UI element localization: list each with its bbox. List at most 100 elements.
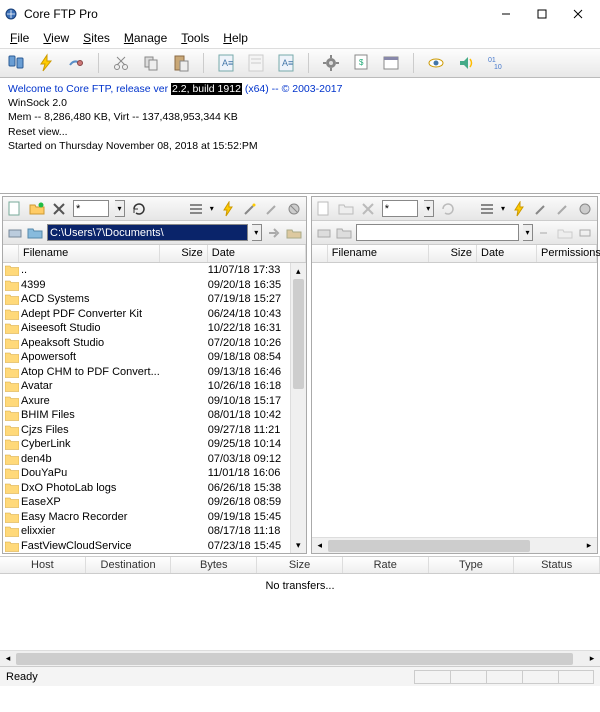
list-item[interactable]: Adept PDF Converter Kit06/24/18 10:43 bbox=[3, 307, 306, 322]
col-type[interactable]: Type bbox=[429, 557, 515, 573]
filter-input[interactable] bbox=[382, 200, 418, 217]
list-item[interactable]: 439909/20/18 16:35 bbox=[3, 278, 306, 293]
refresh-icon[interactable] bbox=[440, 201, 456, 217]
list-item[interactable]: Axure09/10/18 15:17 bbox=[3, 394, 306, 409]
list-view-icon[interactable] bbox=[188, 201, 204, 217]
list-item[interactable]: DxO PhotoLab logs06/26/18 15:38 bbox=[3, 481, 306, 496]
col-filename[interactable]: Filename bbox=[19, 245, 160, 262]
stop-icon[interactable] bbox=[577, 201, 593, 217]
schedule-icon[interactable] bbox=[381, 53, 401, 73]
disconnect-icon[interactable] bbox=[66, 53, 86, 73]
doc-a-icon[interactable]: A≡ bbox=[216, 53, 236, 73]
up-folder-icon[interactable] bbox=[336, 225, 352, 241]
folder-go-icon[interactable] bbox=[286, 225, 302, 241]
col-status[interactable]: Status bbox=[514, 557, 600, 573]
refresh-icon[interactable] bbox=[131, 201, 147, 217]
list-item[interactable]: ACD Systems07/19/18 15:27 bbox=[3, 292, 306, 307]
lightning-small-icon[interactable] bbox=[511, 201, 527, 217]
col-tsize[interactable]: Size bbox=[257, 557, 343, 573]
col-bytes[interactable]: Bytes bbox=[171, 557, 257, 573]
col-date[interactable]: Date bbox=[477, 245, 537, 262]
bottom-scrollbar[interactable]: ◂▸ bbox=[0, 650, 600, 666]
stop-icon[interactable] bbox=[286, 201, 302, 217]
filter-input[interactable] bbox=[73, 200, 109, 217]
minimize-button[interactable] bbox=[488, 2, 524, 26]
delete-icon[interactable] bbox=[360, 201, 376, 217]
menu-sites[interactable]: Sites bbox=[77, 29, 116, 47]
wand2-icon[interactable] bbox=[264, 201, 280, 217]
lightning-small-icon[interactable] bbox=[220, 201, 236, 217]
list-item[interactable]: FastViewCloudService07/23/18 15:45 bbox=[3, 539, 306, 554]
sound-icon[interactable] bbox=[456, 53, 476, 73]
menu-view[interactable]: View bbox=[37, 29, 75, 47]
list-item[interactable]: Cjzs Files09/27/18 11:21 bbox=[3, 423, 306, 438]
list-item[interactable]: DouYaPu11/01/18 16:06 bbox=[3, 466, 306, 481]
list-item[interactable]: Apeaksoft Studio07/20/18 10:26 bbox=[3, 336, 306, 351]
wand-icon[interactable] bbox=[533, 201, 549, 217]
svg-text:10: 10 bbox=[494, 64, 502, 71]
menu-file[interactable]: File bbox=[4, 29, 35, 47]
wand2-icon[interactable] bbox=[555, 201, 571, 217]
list-item[interactable]: Aiseesoft Studio10/22/18 16:31 bbox=[3, 321, 306, 336]
list-view-icon[interactable] bbox=[479, 201, 495, 217]
remote-path-input[interactable] bbox=[356, 224, 519, 241]
cert-icon[interactable]: $ bbox=[351, 53, 371, 73]
list-item[interactable]: Avatar10/26/18 16:18 bbox=[3, 379, 306, 394]
list-item[interactable]: Atop CHM to PDF Convert...09/13/18 16:46 bbox=[3, 365, 306, 380]
list-item[interactable]: EaseXP09/26/18 08:59 bbox=[3, 495, 306, 510]
doc-icon[interactable] bbox=[316, 201, 332, 217]
list-item[interactable]: elixxier08/17/18 11:18 bbox=[3, 524, 306, 539]
col-filename[interactable]: Filename bbox=[328, 245, 429, 262]
drive-icon[interactable] bbox=[316, 225, 332, 241]
path-input[interactable] bbox=[47, 224, 248, 241]
item-name: Easy Macro Recorder bbox=[21, 511, 160, 523]
wand-icon[interactable] bbox=[242, 201, 258, 217]
menu-manage[interactable]: Manage bbox=[118, 29, 173, 47]
path-dropdown[interactable]: ▾ bbox=[252, 224, 262, 241]
list-item[interactable]: ..11/07/18 17:33 bbox=[3, 263, 306, 278]
up-folder-icon[interactable] bbox=[27, 225, 43, 241]
mode-icon[interactable] bbox=[577, 225, 593, 241]
go-icon[interactable] bbox=[537, 225, 553, 241]
folder-icon bbox=[5, 279, 19, 291]
folder-go-icon[interactable] bbox=[557, 225, 573, 241]
log-line5: Started on Thursday November 08, 2018 at… bbox=[8, 139, 592, 153]
paste-icon[interactable] bbox=[171, 53, 191, 73]
close-button[interactable] bbox=[560, 2, 596, 26]
new-folder-icon[interactable] bbox=[29, 201, 45, 217]
lightning-icon[interactable] bbox=[36, 53, 56, 73]
copy-icon[interactable] bbox=[141, 53, 161, 73]
list-item[interactable]: BHIM Files08/01/18 10:42 bbox=[3, 408, 306, 423]
list-item[interactable]: CyberLink09/25/18 10:14 bbox=[3, 437, 306, 452]
eye-icon[interactable] bbox=[426, 53, 446, 73]
binary-icon[interactable]: 0110 bbox=[486, 53, 506, 73]
col-size[interactable]: Size bbox=[429, 245, 477, 262]
scrollbar-vertical[interactable]: ▴▾ bbox=[290, 263, 306, 553]
drive-icon[interactable] bbox=[7, 225, 23, 241]
gear-icon[interactable] bbox=[321, 53, 341, 73]
delete-icon[interactable] bbox=[51, 201, 67, 217]
list-item[interactable]: Easy Macro Recorder09/19/18 15:45 bbox=[3, 510, 306, 525]
cut-icon[interactable] bbox=[111, 53, 131, 73]
col-date[interactable]: Date bbox=[208, 245, 306, 262]
list-item[interactable]: Apowersoft09/18/18 08:54 bbox=[3, 350, 306, 365]
menu-help[interactable]: Help bbox=[217, 29, 254, 47]
filter-dropdown[interactable]: ▾ bbox=[115, 200, 125, 217]
maximize-button[interactable] bbox=[524, 2, 560, 26]
col-dest[interactable]: Destination bbox=[86, 557, 172, 573]
col-size[interactable]: Size bbox=[160, 245, 208, 262]
doc-a2-icon[interactable]: A≡ bbox=[276, 53, 296, 73]
col-host[interactable]: Host bbox=[0, 557, 86, 573]
list-item[interactable]: den4b07/03/18 09:12 bbox=[3, 452, 306, 467]
menu-tools[interactable]: Tools bbox=[175, 29, 215, 47]
go-icon[interactable] bbox=[266, 225, 282, 241]
path-dropdown[interactable]: ▾ bbox=[523, 224, 533, 241]
filter-dropdown[interactable]: ▾ bbox=[424, 200, 434, 217]
col-permissions[interactable]: Permissions bbox=[537, 245, 597, 262]
doc-dim-icon[interactable] bbox=[246, 53, 266, 73]
remote-scrollbar-h[interactable]: ◂▸ bbox=[312, 537, 597, 553]
new-folder-icon[interactable] bbox=[338, 201, 354, 217]
col-rate[interactable]: Rate bbox=[343, 557, 429, 573]
doc-icon[interactable] bbox=[7, 201, 23, 217]
connect-icon[interactable] bbox=[6, 53, 26, 73]
